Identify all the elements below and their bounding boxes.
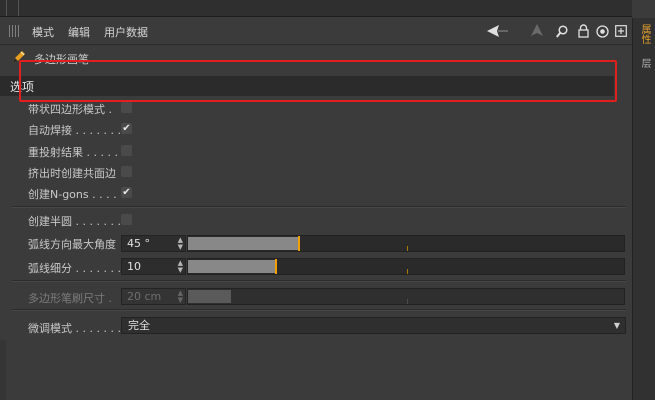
- sidebar-tab-layers[interactable]: 层: [637, 58, 652, 71]
- spinner-icon[interactable]: ▲ ▼: [178, 237, 183, 251]
- menu-mode[interactable]: 模式: [32, 24, 54, 40]
- highlight-box: [19, 60, 617, 102]
- new-window-icon[interactable]: [614, 22, 628, 40]
- arc-max-angle-field[interactable]: 45 ° ▲ ▼: [121, 235, 186, 252]
- sidebar-tab-attributes-label: 属性: [639, 24, 650, 44]
- slider-handle[interactable]: [275, 259, 277, 274]
- create-half-circle-checkbox[interactable]: [121, 214, 132, 225]
- arc-max-angle-value: 45 °: [127, 237, 150, 250]
- grip-icon[interactable]: [9, 25, 21, 37]
- slider-midpoint-tick: [407, 269, 408, 274]
- top-strip-divider: [18, 0, 19, 16]
- quad-strip-mode-label: 带状四边形模式 .: [28, 103, 112, 116]
- menu-user-data[interactable]: 用户数据: [104, 24, 148, 40]
- lock-icon[interactable]: [576, 22, 590, 40]
- brush-size-value: 20 cm: [127, 290, 162, 303]
- tweak-mode-value: 完全: [128, 319, 150, 332]
- slider-fill: [188, 260, 275, 273]
- reproject-result-checkbox[interactable]: [121, 145, 132, 156]
- section-divider: [12, 280, 626, 282]
- arc-subdivision-value: 10: [127, 260, 141, 273]
- right-sidebar: 属性 层: [632, 18, 655, 400]
- arc-max-angle-label: 弧线方向最大角度: [28, 238, 116, 251]
- slider-handle[interactable]: [298, 236, 300, 251]
- arc-max-angle-slider[interactable]: [187, 235, 625, 252]
- chevron-down-icon[interactable]: ▼: [614, 318, 620, 333]
- brush-size-label: 多边形笔刷尺寸 .: [28, 292, 112, 305]
- create-ngons-label: 创建N-gons . . . .: [28, 188, 117, 201]
- target-icon[interactable]: [595, 22, 610, 40]
- search-icon[interactable]: [554, 22, 570, 40]
- reproject-result-label: 重投射结果 . . . . .: [28, 146, 118, 159]
- slider-midpoint-tick: [407, 299, 408, 304]
- up-arrow-icon[interactable]: [528, 22, 546, 40]
- menu-bar: 模式 编辑 用户数据: [0, 18, 632, 45]
- coplanar-edges-checkbox[interactable]: [121, 166, 132, 177]
- brush-size-field: 20 cm ▲ ▼: [121, 288, 186, 305]
- slider-midpoint-tick: [407, 246, 408, 251]
- section-divider: [12, 309, 626, 311]
- coplanar-edges-label: 挤出时创建共面边: [28, 167, 116, 180]
- top-strip: [0, 0, 632, 17]
- spinner-icon[interactable]: ▲ ▼: [178, 260, 183, 274]
- tweak-mode-dropdown[interactable]: 完全 ▼: [121, 317, 626, 334]
- sidebar-tab-layers-label: 层: [639, 58, 650, 68]
- create-ngons-checkbox[interactable]: ✔: [121, 187, 132, 198]
- arc-subdivision-slider[interactable]: [187, 258, 625, 275]
- quad-strip-mode-checkbox[interactable]: [121, 102, 132, 113]
- panel-edge: [0, 340, 6, 400]
- sidebar-tab-attributes[interactable]: 属性: [637, 24, 652, 47]
- section-divider: [12, 206, 626, 208]
- tweak-mode-label: 微调模式 . . . . . . .: [28, 322, 121, 335]
- arc-subdivision-field[interactable]: 10 ▲ ▼: [121, 258, 186, 275]
- top-strip-divider: [6, 0, 7, 16]
- create-half-circle-label: 创建半圆 . . . . . . .: [28, 215, 121, 228]
- auto-weld-checkbox[interactable]: ✔: [121, 123, 132, 134]
- slider-fill: [188, 237, 298, 250]
- arc-subdivision-label: 弧线细分 . . . . . . .: [28, 262, 121, 275]
- menu-edit[interactable]: 编辑: [68, 24, 90, 40]
- auto-weld-label: 自动焊接 . . . . . . .: [28, 124, 121, 137]
- spinner-icon: ▲ ▼: [177, 289, 183, 304]
- slider-fill: [188, 290, 231, 303]
- left-arrow-icon[interactable]: [486, 22, 510, 40]
- brush-size-slider: [187, 288, 625, 305]
